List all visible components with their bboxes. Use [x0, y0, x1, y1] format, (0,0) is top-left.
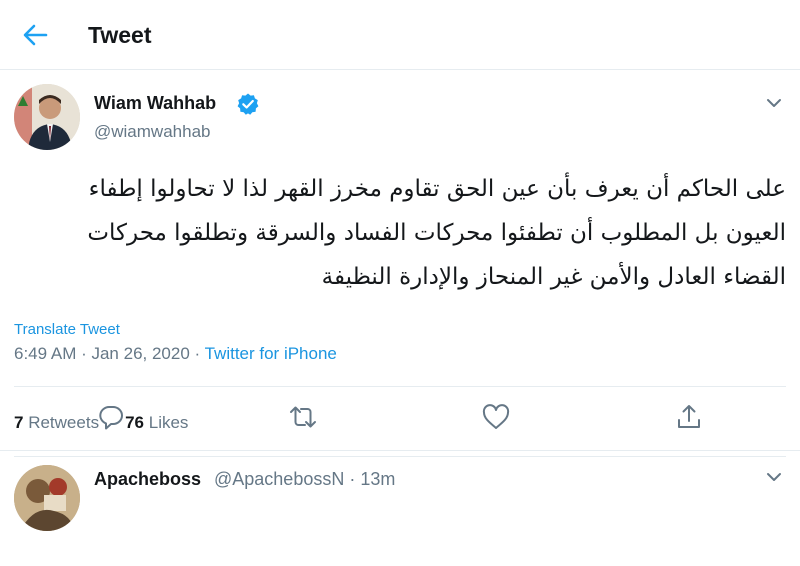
more-options-chevron-icon[interactable] — [762, 91, 786, 115]
tweet-text-line: على الحاكم أن يعرف بأن عين الحق تقاوم مخ… — [88, 176, 786, 202]
author-avatar[interactable] — [14, 84, 80, 150]
author-name[interactable]: Wiam Wahhab — [94, 93, 216, 114]
tweet-source-link[interactable]: Twitter for iPhone — [205, 344, 337, 363]
like-icon[interactable] — [481, 402, 511, 432]
translate-tweet-link[interactable]: Translate Tweet — [14, 321, 120, 338]
top-bar: Tweet — [0, 0, 800, 70]
back-arrow-icon — [23, 24, 48, 46]
back-button[interactable] — [20, 20, 52, 50]
author-handle[interactable]: @wiamwahhab — [94, 122, 210, 142]
reply-author-meta[interactable]: @ApachebossN · 13m — [214, 469, 395, 490]
reply-icon[interactable] — [96, 402, 126, 432]
tweet-text-line: العيون بل المطلوب أن تطفئوا محركات الفسا… — [87, 220, 786, 246]
reply-author-avatar[interactable] — [14, 465, 80, 531]
tweet-actions — [0, 402, 800, 438]
tweet-page: Tweet Wiam Wahhab @wiamwahhab على الحاكم… — [0, 0, 800, 566]
tweet-text-line: القضاء العادل والأمن غير المنحاز والإدار… — [321, 264, 786, 290]
avatar-photo — [14, 84, 80, 150]
reply-avatar-photo — [14, 465, 80, 531]
reply-author-name[interactable]: Apacheboss — [94, 469, 201, 490]
share-icon[interactable] — [674, 402, 704, 432]
tweet-text: على الحاكم أن يعرف بأن عين الحق تقاوم مخ… — [14, 167, 786, 299]
tweet-timestamp[interactable]: 6:49 AM · Jan 26, 2020 · — [14, 344, 205, 363]
tweet-metadata: 6:49 AM · Jan 26, 2020 · Twitter for iPh… — [14, 344, 337, 364]
verified-badge-icon — [237, 93, 259, 115]
reply-more-options-chevron-icon[interactable] — [762, 465, 786, 489]
retweet-icon[interactable] — [288, 402, 318, 432]
page-title: Tweet — [88, 22, 152, 48]
divider — [14, 386, 786, 387]
reply-tweet[interactable]: Apacheboss @ApachebossN · 13m — [0, 451, 800, 566]
